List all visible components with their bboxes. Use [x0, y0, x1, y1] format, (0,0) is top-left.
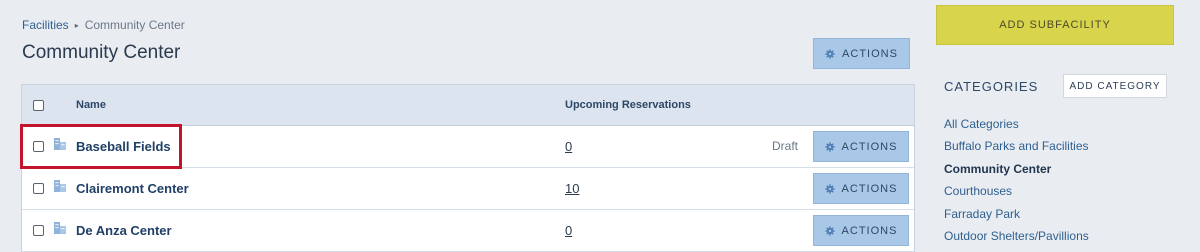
actions-label: ACTIONS: [842, 47, 898, 60]
page-actions-button[interactable]: ACTIONS: [813, 38, 910, 69]
highlight-box: [20, 124, 182, 169]
category-item[interactable]: Farraday Park: [944, 206, 1089, 228]
building-icon: [54, 180, 66, 192]
reservation-count-link[interactable]: 10: [565, 181, 579, 196]
actions-label: ACTIONS: [841, 224, 898, 237]
building-icon: [54, 222, 66, 234]
category-item[interactable]: Buffalo Parks and Facilities: [944, 138, 1089, 160]
gear-icon: [824, 141, 835, 152]
column-header-name[interactable]: Name: [76, 99, 106, 111]
status-label: Draft: [772, 139, 799, 153]
page-title: Community Center: [22, 42, 181, 63]
breadcrumb-link-facilities[interactable]: Facilities: [22, 18, 69, 32]
reservation-count-link[interactable]: 0: [565, 139, 572, 154]
table-header: Name Upcoming Reservations: [22, 85, 914, 126]
category-item-active[interactable]: Community Center: [944, 161, 1089, 183]
category-item[interactable]: All Categories: [944, 116, 1089, 138]
actions-label: ACTIONS: [841, 140, 898, 153]
breadcrumb-current: Community Center: [84, 18, 185, 32]
gear-icon: [824, 183, 835, 194]
facility-name-link[interactable]: De Anza Center: [76, 223, 172, 238]
table-row: Clairemont Center 10 ACTIONS: [22, 168, 914, 210]
row-actions-button[interactable]: ACTIONS: [813, 173, 909, 204]
row-actions-button[interactable]: ACTIONS: [813, 215, 909, 246]
column-header-reservations[interactable]: Upcoming Reservations: [565, 99, 691, 111]
gear-icon: [824, 225, 835, 236]
gear-icon: [825, 48, 835, 59]
facility-name-link[interactable]: Clairemont Center: [76, 181, 189, 196]
reservation-count-link[interactable]: 0: [565, 223, 572, 238]
row-actions-button[interactable]: ACTIONS: [813, 131, 909, 162]
add-category-button[interactable]: ADD CATEGORY: [1063, 74, 1167, 98]
actions-label: ACTIONS: [841, 182, 898, 195]
breadcrumb-separator-icon: ▸: [74, 20, 79, 30]
select-all-checkbox[interactable]: [33, 100, 44, 111]
row-checkbox[interactable]: [33, 225, 44, 236]
breadcrumb: Facilities ▸ Community Center: [22, 18, 185, 32]
row-checkbox[interactable]: [33, 183, 44, 194]
category-item[interactable]: Outdoor Shelters/Pavillions: [944, 228, 1089, 250]
category-item[interactable]: Courthouses: [944, 183, 1089, 205]
categories-heading: CATEGORIES: [944, 79, 1039, 94]
table-row: De Anza Center 0 ACTIONS: [22, 210, 914, 252]
add-subfacility-button[interactable]: ADD SUBFACILITY: [936, 5, 1174, 45]
category-list: All Categories Buffalo Parks and Facilit…: [944, 116, 1089, 250]
